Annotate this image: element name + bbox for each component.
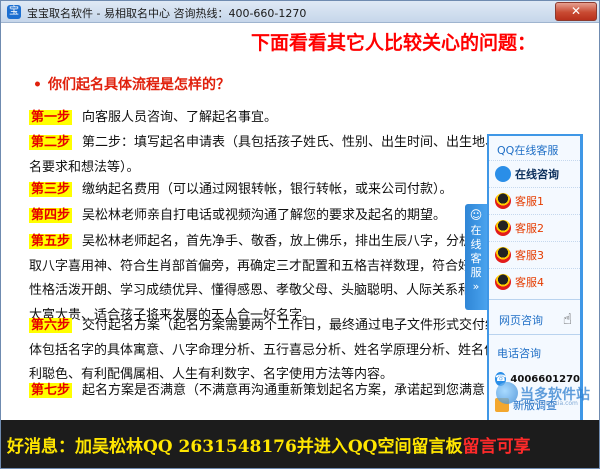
- step-text: 名要求和想法等）。: [29, 159, 140, 175]
- tab-char: 在: [470, 224, 482, 237]
- promo-part: 留言可享: [462, 437, 531, 457]
- agent-link[interactable]: 客服3: [489, 241, 580, 268]
- collapse-arrow-icon: »: [472, 280, 480, 293]
- step-paragraph: 第一步 向客服人员咨询、了解起名事宜。: [29, 106, 599, 131]
- chat-bubble-icon: [495, 166, 511, 182]
- step-text: 起名方案是否满意（不满意再沟通重新策划起名方案，承诺起到您满意: [82, 383, 486, 398]
- tab-char: 线: [470, 238, 482, 251]
- promo-banner: 好消息：加吴松林QQ 2631548176并进入QQ空间留言板留言可享: [1, 420, 599, 468]
- online-consult-label: 在线咨询: [515, 168, 559, 181]
- app-logo-icon: 宝: [7, 5, 21, 19]
- title-bar: 宝 宝宝取名软件 - 易相取名中心 咨询热线：400-660-1270 ✕: [1, 1, 599, 23]
- question-text: 你们起名具体流程是怎样的？: [47, 77, 230, 93]
- step-text: 吴松林老师亲自打电话或视频沟通了解您的要求及起名的期望。: [82, 208, 447, 223]
- tab-char: 客: [470, 252, 482, 265]
- promo-part: QQ空间留言板: [347, 437, 463, 457]
- agent-link[interactable]: 客服2: [489, 214, 580, 241]
- user-icon: ☺: [469, 208, 483, 222]
- promo-part: 并进入: [296, 437, 348, 457]
- step-text: 交付起名方案（起名方案需要两个工作日，最终通过电子文件形式交付给: [82, 318, 499, 333]
- step-label: 第五步: [29, 234, 73, 249]
- step-line: 第一步 向客服人员咨询、了解起名事宜。: [29, 106, 599, 131]
- step-label: 第六步: [29, 318, 73, 333]
- step-text: 向客服人员咨询、了解起名事宜。: [82, 110, 278, 125]
- step-text: 性格活泼开朗、学习成绩优异、懂得感恩、孝敬父母、头脑聪明、人际关系和谐: [29, 283, 485, 298]
- qq-penguin-icon: [495, 220, 511, 236]
- promo-part: 好消息：加吴松林QQ: [7, 437, 179, 457]
- step-text: 第二步：填写起名申请表（具包括孩子姓氏、性别、出生时间、出生地、: [82, 135, 499, 150]
- promo-text: 好消息：加吴松林QQ 2631548176并进入QQ空间留言板留言可享: [7, 432, 530, 457]
- step-text: 取八字喜用神、符合生肖部首偏旁，再确定三才配置和五格吉祥数理，符合好名: [29, 258, 485, 274]
- site-watermark: 当多软件站 www.downxia.com: [496, 380, 596, 410]
- watermark-url: www.downxia.com: [522, 400, 578, 407]
- online-consult-button[interactable]: 在线咨询: [489, 160, 580, 187]
- app-window: 宝 宝宝取名软件 - 易相取名中心 咨询热线：400-660-1270 ✕ 下面…: [0, 0, 600, 469]
- step-label: 第一步: [29, 110, 73, 125]
- bullet-icon: •: [33, 77, 42, 93]
- agent-label: 客服3: [515, 249, 544, 262]
- hand-cursor-icon: ☝: [562, 310, 572, 328]
- faq-question: • 你们起名具体流程是怎样的？: [33, 74, 230, 94]
- qq-penguin-icon: [495, 193, 511, 209]
- agent-label: 客服1: [515, 195, 544, 208]
- tab-char: 服: [470, 266, 482, 279]
- agent-label: 客服4: [515, 276, 544, 289]
- step-label: 第三步: [29, 182, 73, 197]
- watermark-logo-icon: [496, 382, 518, 404]
- agent-link[interactable]: 客服4: [489, 268, 580, 295]
- page-headline: 下面看看其它人比较关心的问题：: [251, 32, 537, 54]
- web-consult-label: 网页咨询: [499, 314, 543, 327]
- web-consult-button[interactable]: 网页咨询 ☝: [489, 299, 580, 335]
- qq-penguin-icon: [495, 247, 511, 263]
- service-panel: QQ在线客服 在线咨询 客服1 客服2 客服3 客服4 网页咨询 ☝ 电话咨询 …: [487, 134, 583, 421]
- step-text: 吴松林老师起名，首先净手、敬香，放上佛乐，排出生辰八字，分析: [82, 234, 473, 249]
- close-button[interactable]: ✕: [555, 2, 597, 21]
- window-title: 宝宝取名软件 - 易相取名中心 咨询热线：400-660-1270: [27, 7, 307, 20]
- agent-label: 客服2: [515, 222, 544, 235]
- step-text: 缴纳起名费用（可以通过网银转帐，银行转帐，或来公司付款）。: [82, 182, 453, 197]
- online-service-tab[interactable]: ☺ 在 线 客 服 »: [465, 204, 487, 310]
- step-label: 第七步: [29, 383, 73, 398]
- qq-service-title: QQ在线客服: [497, 144, 559, 157]
- promo-qq-number: 2631548176: [178, 437, 297, 457]
- step-text: 体包括名字的具体寓意、八字命理分析、五行喜忌分析、姓名学原理分析、姓名作: [29, 342, 498, 358]
- content-area: 下面看看其它人比较关心的问题： • 你们起名具体流程是怎样的？ 第一步 向客服人员咨…: [1, 24, 599, 421]
- phone-consult-title: 电话咨询: [497, 347, 541, 360]
- step-label: 第四步: [29, 208, 73, 223]
- qq-penguin-icon: [495, 274, 511, 290]
- step-label: 第二步: [29, 135, 73, 150]
- agent-link[interactable]: 客服1: [489, 187, 580, 214]
